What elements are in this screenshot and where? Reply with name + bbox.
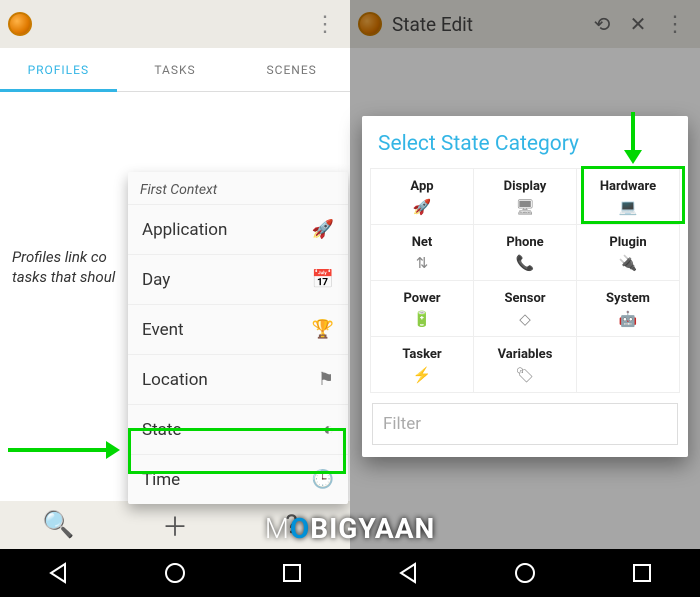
tab-tasks[interactable]: TASKS [117, 48, 234, 91]
trophy-icon: 🏆 [312, 319, 334, 340]
rocket-icon: 🚀 [312, 219, 334, 240]
tab-scenes[interactable]: SCENES [233, 48, 350, 91]
tab-profiles[interactable]: PROFILES [0, 48, 117, 91]
android-icon: 🤖 [581, 310, 675, 328]
category-app[interactable]: App🚀 [371, 169, 474, 225]
battery-icon: 🔋 [375, 310, 469, 328]
plug-icon: 🔌 [581, 254, 675, 272]
overflow-menu-button[interactable] [306, 12, 342, 37]
watermark: MOBIGYAAN [265, 512, 436, 545]
updown-icon: ⇅ [375, 254, 469, 272]
sensor-icon: ◇ [478, 310, 572, 328]
nav-back-icon[interactable] [47, 562, 69, 584]
rocket-icon: 🚀 [375, 198, 469, 216]
category-empty [577, 337, 680, 393]
nav-home-icon[interactable] [514, 562, 536, 584]
tag-icon: 🏷 [478, 366, 572, 384]
category-phone[interactable]: Phone📞 [474, 225, 577, 281]
lightning-icon: ⚡ [375, 366, 469, 384]
context-item-day[interactable]: Day📅 [128, 254, 348, 304]
nav-back-icon[interactable] [397, 562, 419, 584]
left-appbar [0, 0, 350, 48]
flag-icon: ⚑ [318, 369, 334, 390]
context-menu-header: First Context [128, 172, 348, 204]
add-button[interactable]: ＋ [117, 501, 234, 549]
search-icon: 🔍 [42, 510, 74, 540]
android-navbar [0, 549, 350, 597]
highlight-hardware-box [581, 166, 685, 224]
search-button[interactable]: 🔍 [0, 501, 117, 549]
category-sensor[interactable]: Sensor◇ [474, 281, 577, 337]
highlight-state-arrow [8, 440, 128, 460]
category-power[interactable]: Power🔋 [371, 281, 474, 337]
context-item-event[interactable]: Event🏆 [128, 304, 348, 354]
category-net[interactable]: Net⇅ [371, 225, 474, 281]
calendar-icon: 📅 [312, 269, 334, 290]
category-variables[interactable]: Variables🏷 [474, 337, 577, 393]
nav-recent-icon[interactable] [281, 562, 303, 584]
context-item-application[interactable]: Application🚀 [128, 204, 348, 254]
nav-recent-icon[interactable] [631, 562, 653, 584]
category-display[interactable]: Display🖥 [474, 169, 577, 225]
tasker-logo-icon [8, 12, 32, 36]
phone-icon: 📞 [478, 254, 572, 272]
context-item-location[interactable]: Location⚑ [128, 354, 348, 404]
tab-bar: PROFILES TASKS SCENES [0, 48, 350, 92]
android-navbar [350, 549, 700, 597]
kebab-icon [314, 12, 334, 37]
monitor-icon: 🖥 [478, 198, 572, 216]
category-system[interactable]: System🤖 [577, 281, 680, 337]
plus-icon: ＋ [162, 507, 188, 544]
category-tasker[interactable]: Tasker⚡ [371, 337, 474, 393]
filter-input[interactable]: Filter [372, 403, 678, 445]
category-plugin[interactable]: Plugin🔌 [577, 225, 680, 281]
nav-home-icon[interactable] [164, 562, 186, 584]
highlight-state-box [128, 428, 346, 474]
right-screenshot: State Edit ⟲ ✕ Select State Category App… [350, 0, 700, 597]
left-screenshot: PROFILES TASKS SCENES Click + Profiles l… [0, 0, 350, 597]
